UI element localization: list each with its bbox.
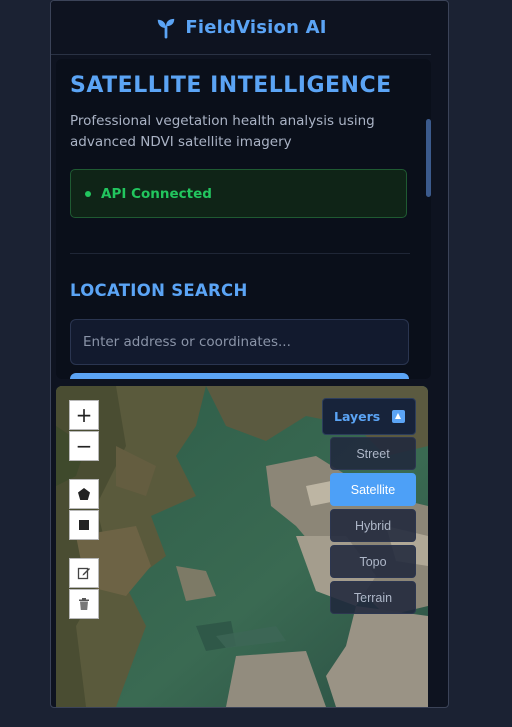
app-header: FieldVision AI bbox=[51, 1, 431, 55]
satellite-map[interactable]: + − Layers Street Satellite Hybrid Topo … bbox=[56, 386, 428, 707]
zoom-out-button[interactable]: − bbox=[69, 431, 99, 461]
polygon-draw-button[interactable] bbox=[69, 479, 99, 509]
edit-layers-button[interactable] bbox=[69, 558, 99, 588]
app-window: FieldVision AI SATELLITE INTELLIGENCE Pr… bbox=[50, 0, 449, 708]
layer-option-hybrid[interactable]: Hybrid bbox=[330, 509, 416, 542]
status-dot-icon bbox=[85, 190, 91, 197]
edit-icon bbox=[77, 567, 90, 580]
panel-scrollbar-thumb[interactable] bbox=[426, 119, 431, 197]
layer-option-satellite[interactable]: Satellite bbox=[330, 473, 416, 506]
layer-option-street[interactable]: Street bbox=[330, 437, 416, 470]
location-search-input[interactable] bbox=[70, 319, 409, 365]
rectangle-draw-button[interactable] bbox=[69, 510, 99, 540]
layer-option-topo[interactable]: Topo bbox=[330, 545, 416, 578]
location-section-title: LOCATION SEARCH bbox=[70, 281, 248, 300]
chevron-up-icon bbox=[392, 410, 405, 423]
sidebar-panel: SATELLITE INTELLIGENCE Professional vege… bbox=[56, 59, 431, 379]
layers-title: Layers bbox=[334, 409, 381, 424]
delete-layers-button[interactable] bbox=[69, 589, 99, 619]
trash-icon bbox=[79, 598, 89, 610]
layers-toggle[interactable]: Layers bbox=[322, 398, 416, 435]
page-title: SATELLITE INTELLIGENCE bbox=[70, 73, 392, 98]
page-description: Professional vegetation health analysis … bbox=[70, 113, 375, 150]
divider bbox=[70, 253, 410, 254]
layer-option-terrain[interactable]: Terrain bbox=[330, 581, 416, 614]
sprout-icon bbox=[158, 18, 175, 39]
app-title: FieldVision AI bbox=[185, 17, 327, 38]
polygon-draw-icon bbox=[78, 488, 90, 500]
search-button[interactable] bbox=[70, 373, 409, 379]
status-badge: API Connected bbox=[70, 169, 407, 218]
zoom-in-button[interactable]: + bbox=[69, 400, 99, 430]
rectangle-draw-icon bbox=[79, 520, 89, 530]
status-label: API Connected bbox=[101, 185, 212, 202]
